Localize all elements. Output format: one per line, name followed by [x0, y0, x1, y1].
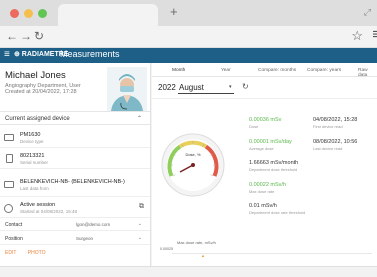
- computer-icon: [4, 181, 14, 188]
- serial-number: 80213321: [20, 153, 45, 159]
- active-session-row: Active session Started at 04/08/2022, 15…: [0, 200, 150, 218]
- chevron-down-icon[interactable]: ⌄: [138, 221, 142, 227]
- chart-y-tick: 0.00025: [160, 247, 173, 251]
- star-icon[interactable]: ☆: [351, 28, 363, 44]
- avatar: [107, 67, 147, 111]
- user-name: Michael Jones: [5, 70, 66, 81]
- page-title: Measurements: [60, 49, 120, 59]
- back-arrow-icon[interactable]: ←: [6, 29, 18, 43]
- device-row: PM1630 Device type: [0, 128, 150, 148]
- chevron-down-icon[interactable]: ⌄: [138, 235, 142, 241]
- stat-average-label: Average dose: [249, 146, 274, 151]
- stat-rate-threshold-value: 0.01 mSv/h: [249, 203, 277, 209]
- open-external-icon[interactable]: ⧉: [139, 203, 144, 211]
- browser-nav-bar: ← → ↻ ☆ ≡: [0, 26, 377, 48]
- month-select-underline: [178, 93, 234, 94]
- user-actions: EDIT PHOTO: [5, 250, 55, 256]
- period-tabs: Month Year Compare: months Compare: year…: [152, 63, 377, 78]
- browser-tab[interactable]: [58, 4, 158, 26]
- last-data-source: BELENKEVICH-NB- (BELENKEVICH-NB-): [20, 179, 125, 185]
- app-header: ≡ ⊕ RADIAMETRE Measurements: [0, 48, 377, 63]
- stat-average-value: 0.00001 mSv/day: [249, 139, 292, 145]
- stat-dose-label: Dose: [249, 124, 259, 129]
- stat-max-rate-label: Max dose rate: [249, 189, 275, 194]
- new-tab-button[interactable]: +: [170, 4, 178, 19]
- chart-marker-icon: ▲: [201, 253, 205, 258]
- session-started: Started at 04/08/2022, 15:48: [20, 209, 78, 214]
- device-row: BELENKEVICH-NB- (BELENKEVICH-NB-) Last d…: [0, 173, 150, 197]
- minimize-window-icon[interactable]: [24, 9, 33, 18]
- assigned-device-title: Current assigned device: [5, 116, 70, 122]
- user-panel: Michael Jones Angiography Department, Us…: [0, 63, 151, 266]
- tab-compare-months[interactable]: Compare: months: [258, 68, 296, 73]
- serial-icon: [6, 154, 13, 163]
- last-data-label: Last data from: [20, 186, 49, 191]
- last-read-label: Last device read: [313, 146, 343, 151]
- close-window-icon[interactable]: [10, 9, 19, 18]
- year-select[interactable]: 2022: [158, 83, 176, 92]
- serial-number-label: Serial number: [20, 160, 49, 165]
- browser-window: + ⤢ ← → ↻ ☆ ≡ ≡ ⊕ RADIAMETRE Measurement…: [0, 0, 377, 277]
- device-icon: [4, 134, 14, 141]
- first-read-time: 04/08/2022, 15:28: [313, 117, 358, 123]
- dose-gauge: Dose, %: [161, 133, 225, 197]
- stat-dept-threshold-label: Department dose threshold: [249, 167, 298, 172]
- assigned-device-header[interactable]: Current assigned device ⌃: [0, 111, 150, 125]
- position-label: Position: [5, 236, 23, 242]
- chevron-up-icon[interactable]: ⌃: [137, 115, 142, 122]
- clock-icon: [4, 204, 13, 213]
- caret-down-icon[interactable]: ▾: [229, 84, 232, 90]
- device-row: 80213321 Serial number: [0, 149, 150, 169]
- contact-value: lgon@demo.com: [76, 222, 111, 227]
- window-bottom-bar: [0, 266, 377, 277]
- browser-tab-bar: + ⤢: [0, 0, 377, 26]
- divider: [152, 98, 377, 99]
- device-type-label: Device type: [20, 139, 44, 144]
- hamburger-menu-icon[interactable]: ≡: [4, 49, 10, 60]
- tab-compare-years[interactable]: Compare: years: [307, 68, 341, 73]
- contact-row[interactable]: Contact lgon@demo.com ⌄: [0, 219, 150, 231]
- refresh-icon[interactable]: ↻: [242, 82, 249, 91]
- stat-dose-value: 0.00036 mSv: [249, 117, 282, 123]
- tab-month[interactable]: Month: [172, 68, 185, 73]
- fullscreen-icon[interactable]: ⤢: [364, 7, 371, 18]
- position-row[interactable]: Position Surgeon ⌄: [0, 233, 150, 245]
- position-value: Surgeon: [76, 236, 94, 241]
- month-select[interactable]: August: [179, 83, 204, 92]
- active-session-title: Active session: [20, 202, 56, 208]
- tab-year[interactable]: Year: [221, 68, 231, 73]
- user-created-date: Created at 20/04/2022, 17:28: [5, 89, 77, 95]
- stat-max-rate-value: 0.00022 mSv/h: [249, 182, 286, 188]
- stat-rate-threshold-label: Department dose rate threshold: [249, 210, 306, 215]
- measurements-panel: Month Year Compare: months Compare: year…: [152, 63, 377, 266]
- menu-icon[interactable]: ≡: [372, 26, 377, 43]
- contact-label: Contact: [5, 222, 23, 228]
- tab-raw-data[interactable]: Raw data: [358, 68, 377, 78]
- stat-dept-threshold-value: 1.66663 mSv/month: [249, 160, 299, 166]
- first-read-label: First device read: [313, 124, 343, 129]
- gauge-label: Dose, %: [185, 152, 201, 157]
- chart-title: Max dose rate, mSv/h: [177, 240, 216, 245]
- maximize-window-icon[interactable]: [38, 9, 47, 18]
- edit-button[interactable]: EDIT: [5, 250, 16, 256]
- forward-arrow-icon[interactable]: →: [20, 29, 32, 43]
- device-name: PM1630: [20, 132, 41, 138]
- last-read-time: 08/08/2022, 10:56: [313, 139, 358, 145]
- photo-button[interactable]: PHOTO: [28, 250, 46, 256]
- reload-icon[interactable]: ↻: [34, 29, 44, 43]
